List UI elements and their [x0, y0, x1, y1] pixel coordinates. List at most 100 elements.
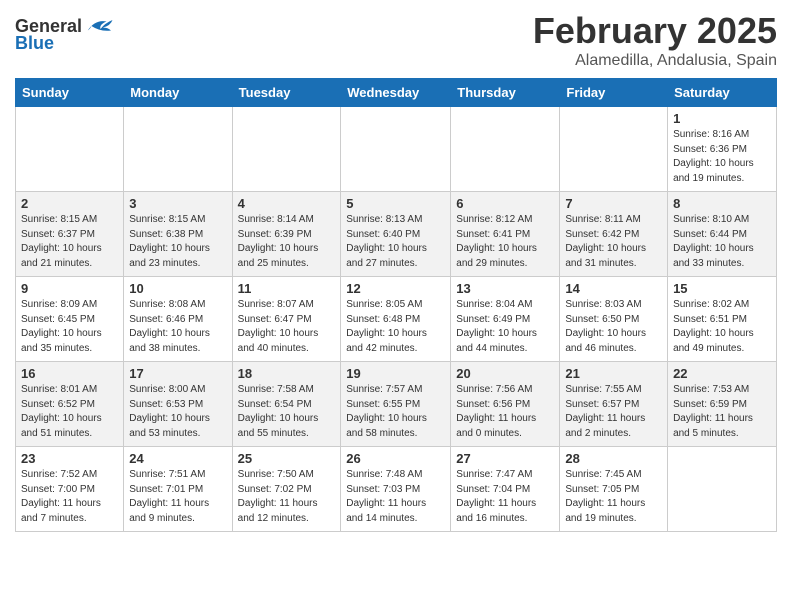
day-number: 6 [456, 196, 554, 211]
day-info: Sunrise: 7:53 AM Sunset: 6:59 PM Dayligh… [673, 383, 771, 441]
day-info: Sunrise: 8:12 AM Sunset: 6:41 PM Dayligh… [456, 213, 554, 271]
day-info: Sunrise: 8:01 AM Sunset: 6:52 PM Dayligh… [21, 383, 118, 441]
table-row: 13Sunrise: 8:04 AM Sunset: 6:49 PM Dayli… [451, 277, 560, 362]
table-row [16, 107, 124, 192]
day-number: 23 [21, 451, 118, 466]
day-info: Sunrise: 7:50 AM Sunset: 7:02 PM Dayligh… [238, 468, 336, 526]
table-row [451, 107, 560, 192]
logo-blue-text: Blue [15, 33, 54, 54]
table-row: 23 Sunrise: 7:52 AM Sunset: 7:00 PM Dayli… [16, 447, 124, 532]
table-row: 14 Sunrise: 8:03 AM Sunset: 6:50 PM Dayli… [560, 277, 668, 362]
calendar-table: Sunday Monday Tuesday Wednesday Thursday… [15, 78, 777, 532]
col-monday: Monday [124, 79, 232, 107]
table-row: 24 Sunrise: 7:51 AM Sunset: 7:01 PM Dayli… [124, 447, 232, 532]
day-number: 28 [565, 451, 662, 466]
table-row: 12Sunrise: 8:05 AM Sunset: 6:48 PM Dayli… [341, 277, 451, 362]
table-row: 2 Sunrise: 8:15 AM Sunset: 6:37 PM Daylig… [16, 192, 124, 277]
table-row: 19Sunrise: 7:57 AM Sunset: 6:55 PM Dayli… [341, 362, 451, 447]
day-info: Sunrise: 8:00 AM Sunset: 6:53 PM Dayligh… [129, 383, 226, 441]
table-row: 8 Sunrise: 8:10 AM Sunset: 6:44 PM Daylig… [668, 192, 777, 277]
table-row: 4 Sunrise: 8:14 AM Sunset: 6:39 PM Daylig… [232, 192, 341, 277]
table-row: 20 Sunrise: 7:56 AM Sunset: 6:56 PM Dayli… [451, 362, 560, 447]
calendar-week-row: 9 Sunrise: 8:09 AM Sunset: 6:45 PM Daylig… [16, 277, 777, 362]
title-block: February 2025 Alamedilla, Andalusia, Spa… [533, 10, 777, 70]
header: General Blue February 2025 Alamedilla, A… [15, 10, 777, 70]
table-row: 25Sunrise: 7:50 AM Sunset: 7:02 PM Dayli… [232, 447, 341, 532]
day-info: Sunrise: 7:45 AM Sunset: 7:05 PM Dayligh… [565, 468, 662, 526]
day-info: Sunrise: 8:10 AM Sunset: 6:44 PM Dayligh… [673, 213, 771, 271]
table-row: 11 Sunrise: 8:07 AM Sunset: 6:47 PM Dayli… [232, 277, 341, 362]
day-info: Sunrise: 7:52 AM Sunset: 7:00 PM Dayligh… [21, 468, 118, 526]
day-number: 13 [456, 281, 554, 296]
day-number: 3 [129, 196, 226, 211]
day-number: 8 [673, 196, 771, 211]
day-info: Sunrise: 7:48 AM Sunset: 7:03 PM Dayligh… [346, 468, 445, 526]
table-row [668, 447, 777, 532]
calendar-week-row: 2 Sunrise: 8:15 AM Sunset: 6:37 PM Daylig… [16, 192, 777, 277]
day-info: Sunrise: 8:13 AM Sunset: 6:40 PM Dayligh… [346, 213, 445, 271]
day-number: 17 [129, 366, 226, 381]
day-number: 22 [673, 366, 771, 381]
day-info: Sunrise: 7:47 AM Sunset: 7:04 PM Dayligh… [456, 468, 554, 526]
table-row: 26 Sunrise: 7:48 AM Sunset: 7:03 PM Dayli… [341, 447, 451, 532]
col-thursday: Thursday [451, 79, 560, 107]
table-row: 9 Sunrise: 8:09 AM Sunset: 6:45 PM Daylig… [16, 277, 124, 362]
day-info: Sunrise: 8:11 AM Sunset: 6:42 PM Dayligh… [565, 213, 662, 271]
table-row: 21 Sunrise: 7:55 AM Sunset: 6:57 PM Dayli… [560, 362, 668, 447]
page-container: General Blue February 2025 Alamedilla, A… [0, 0, 792, 542]
day-info: Sunrise: 7:56 AM Sunset: 6:56 PM Dayligh… [456, 383, 554, 441]
day-number: 18 [238, 366, 336, 381]
day-number: 16 [21, 366, 118, 381]
day-number: 4 [238, 196, 336, 211]
col-wednesday: Wednesday [341, 79, 451, 107]
day-number: 11 [238, 281, 336, 296]
day-number: 26 [346, 451, 445, 466]
table-row [341, 107, 451, 192]
table-row: 10Sunrise: 8:08 AM Sunset: 6:46 PM Dayli… [124, 277, 232, 362]
day-number: 21 [565, 366, 662, 381]
calendar-week-row: 16 Sunrise: 8:01 AM Sunset: 6:52 PM Dayli… [16, 362, 777, 447]
day-number: 5 [346, 196, 445, 211]
table-row: 5 Sunrise: 8:13 AM Sunset: 6:40 PM Daylig… [341, 192, 451, 277]
day-info: Sunrise: 7:55 AM Sunset: 6:57 PM Dayligh… [565, 383, 662, 441]
table-row [124, 107, 232, 192]
table-row: 16 Sunrise: 8:01 AM Sunset: 6:52 PM Dayli… [16, 362, 124, 447]
table-row: 3 Sunrise: 8:15 AM Sunset: 6:38 PM Daylig… [124, 192, 232, 277]
day-info: Sunrise: 8:14 AM Sunset: 6:39 PM Dayligh… [238, 213, 336, 271]
day-number: 20 [456, 366, 554, 381]
table-row: 15Sunrise: 8:02 AM Sunset: 6:51 PM Dayli… [668, 277, 777, 362]
table-row: 1Sunrise: 8:16 AM Sunset: 6:36 PM Daylig… [668, 107, 777, 192]
col-tuesday: Tuesday [232, 79, 341, 107]
day-number: 9 [21, 281, 118, 296]
logo: General Blue [15, 15, 114, 54]
day-info: Sunrise: 8:03 AM Sunset: 6:50 PM Dayligh… [565, 298, 662, 356]
table-row [560, 107, 668, 192]
day-info: Sunrise: 7:51 AM Sunset: 7:01 PM Dayligh… [129, 468, 226, 526]
day-number: 14 [565, 281, 662, 296]
day-number: 12 [346, 281, 445, 296]
day-number: 19 [346, 366, 445, 381]
table-row: 18Sunrise: 7:58 AM Sunset: 6:54 PM Dayli… [232, 362, 341, 447]
day-info: Sunrise: 8:09 AM Sunset: 6:45 PM Dayligh… [21, 298, 118, 356]
day-info: Sunrise: 8:15 AM Sunset: 6:37 PM Dayligh… [21, 213, 118, 271]
col-saturday: Saturday [668, 79, 777, 107]
day-number: 10 [129, 281, 226, 296]
day-number: 7 [565, 196, 662, 211]
day-info: Sunrise: 8:15 AM Sunset: 6:38 PM Dayligh… [129, 213, 226, 271]
table-row: 28 Sunrise: 7:45 AM Sunset: 7:05 PM Dayli… [560, 447, 668, 532]
table-row: 27 Sunrise: 7:47 AM Sunset: 7:04 PM Dayli… [451, 447, 560, 532]
day-number: 2 [21, 196, 118, 211]
day-number: 24 [129, 451, 226, 466]
calendar-week-row: 23 Sunrise: 7:52 AM Sunset: 7:00 PM Dayli… [16, 447, 777, 532]
table-row: 22 Sunrise: 7:53 AM Sunset: 6:59 PM Dayli… [668, 362, 777, 447]
day-number: 1 [673, 111, 771, 126]
day-info: Sunrise: 8:07 AM Sunset: 6:47 PM Dayligh… [238, 298, 336, 356]
table-row [232, 107, 341, 192]
logo-bird-icon [84, 15, 114, 37]
day-number: 27 [456, 451, 554, 466]
month-title: February 2025 [533, 10, 777, 52]
calendar-header-row: Sunday Monday Tuesday Wednesday Thursday… [16, 79, 777, 107]
table-row: 6 Sunrise: 8:12 AM Sunset: 6:41 PM Daylig… [451, 192, 560, 277]
table-row: 7 Sunrise: 8:11 AM Sunset: 6:42 PM Daylig… [560, 192, 668, 277]
calendar-week-row: 1Sunrise: 8:16 AM Sunset: 6:36 PM Daylig… [16, 107, 777, 192]
